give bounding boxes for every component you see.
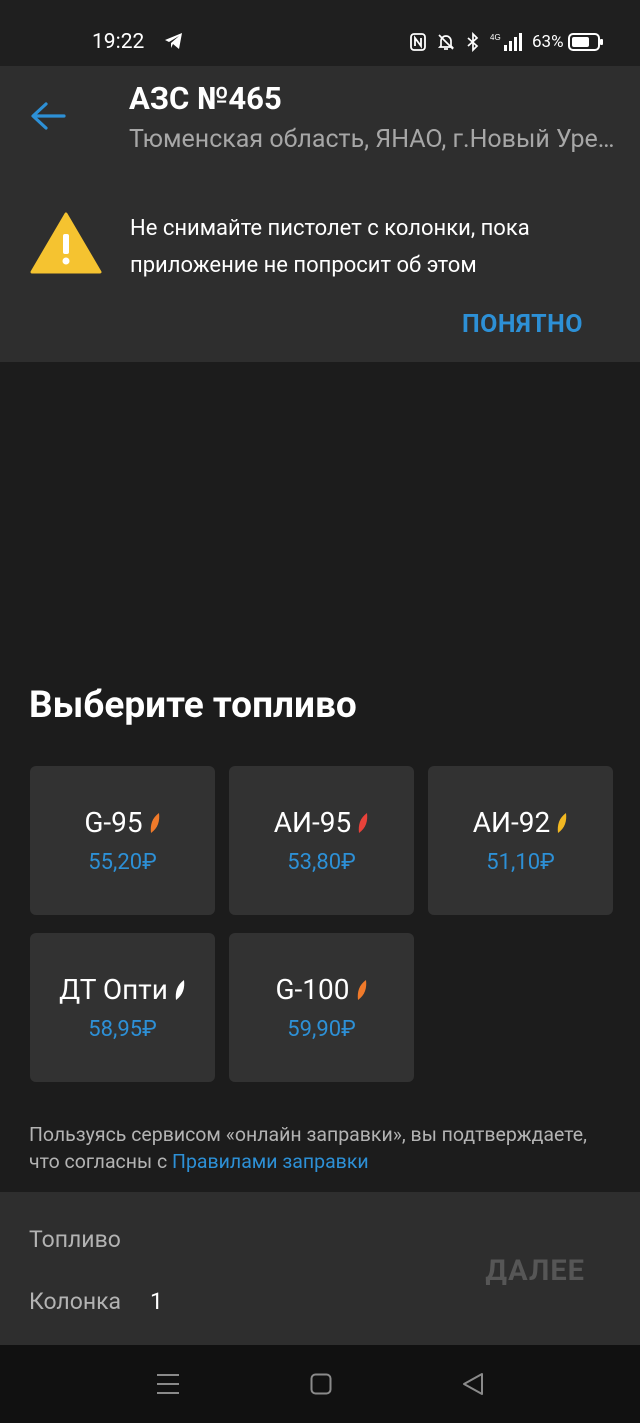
refueling-rules-link[interactable]: Правилами заправки	[172, 1150, 369, 1173]
nfc-icon	[408, 32, 428, 52]
leaf-icon	[175, 979, 185, 1000]
fuel-price: 51,10₽	[486, 850, 555, 875]
fuel-card-ai95[interactable]: АИ-95 53,80₽	[229, 766, 414, 915]
fuel-name: АИ-95	[273, 806, 352, 839]
warning-text: Не снимайте пистолет с колонки, пока при…	[130, 216, 530, 278]
fuel-name: АИ-92	[472, 806, 551, 839]
app-header: АЗС №465 Тюменская область, ЯНАО, г.Новы…	[0, 66, 640, 166]
fuel-price: 58,95₽	[88, 1017, 157, 1042]
understood-button[interactable]: ПОНЯТНО	[462, 310, 583, 339]
station-address: Тюменская область, ЯНАО, г.Новый Уренгой	[129, 125, 627, 154]
back-nav-button[interactable]	[459, 1371, 487, 1397]
fuel-price: 55,20₽	[88, 850, 157, 875]
status-bar: 19:22 4G 63%	[0, 0, 640, 66]
fuel-name: ДТ Опти	[59, 973, 168, 1006]
column-label: Колонка	[29, 1288, 122, 1315]
system-nav-bar	[0, 1345, 640, 1423]
fuel-card-g95[interactable]: G-95 55,20₽	[30, 766, 215, 915]
fuel-name: G-100	[275, 973, 350, 1006]
menu-nav-button[interactable]	[154, 1371, 182, 1397]
screen: 19:22 4G 63% АЗС №465 Тюменская область,…	[0, 0, 640, 1423]
fuel-name: G-95	[84, 806, 143, 839]
status-time: 19:22	[92, 30, 145, 54]
telegram-icon	[164, 32, 184, 54]
arrow-left-icon	[31, 102, 66, 130]
back-triangle-icon	[463, 1373, 483, 1395]
next-button[interactable]: ДАЛЕЕ	[485, 1254, 585, 1288]
fuel-card-g100[interactable]: G-100 59,90₽	[229, 933, 414, 1082]
signal-icon: 4G	[490, 31, 526, 53]
battery-percent: 63%	[532, 32, 564, 52]
fuel-price: 53,80₽	[287, 850, 356, 875]
page-title: АЗС №465	[129, 80, 282, 117]
fuel-price: 59,90₽	[287, 1017, 356, 1042]
battery-icon	[567, 32, 604, 52]
leaf-icon	[150, 812, 159, 833]
home-nav-button[interactable]	[307, 1371, 335, 1397]
network-type: 4G	[490, 33, 501, 42]
summary-panel: Топливо Колонка 1 ДАЛЕЕ	[0, 1192, 640, 1345]
terms-text: Пользуясь сервисом «онлайн заправки», вы…	[29, 1121, 619, 1175]
column-value: 1	[150, 1288, 163, 1315]
home-square-icon	[310, 1373, 332, 1395]
warning-banner: Не снимайте пистолет с колонки, пока при…	[0, 166, 640, 362]
leaf-icon	[358, 812, 368, 833]
fuel-section-title: Выберите топливо	[29, 684, 357, 727]
status-icons: 4G 63%	[408, 31, 604, 53]
leaf-icon	[357, 979, 366, 1000]
selected-fuel-label: Топливо	[29, 1226, 121, 1253]
warning-icon	[30, 212, 102, 274]
menu-icon	[157, 1374, 179, 1394]
bluetooth-icon	[464, 32, 482, 52]
back-button[interactable]	[28, 96, 72, 136]
fuel-card-dt-opti[interactable]: ДТ Опти 58,95₽	[30, 933, 215, 1082]
mute-icon	[436, 32, 456, 52]
leaf-icon	[557, 812, 567, 833]
fuel-card-ai92[interactable]: АИ-92 51,10₽	[428, 766, 613, 915]
